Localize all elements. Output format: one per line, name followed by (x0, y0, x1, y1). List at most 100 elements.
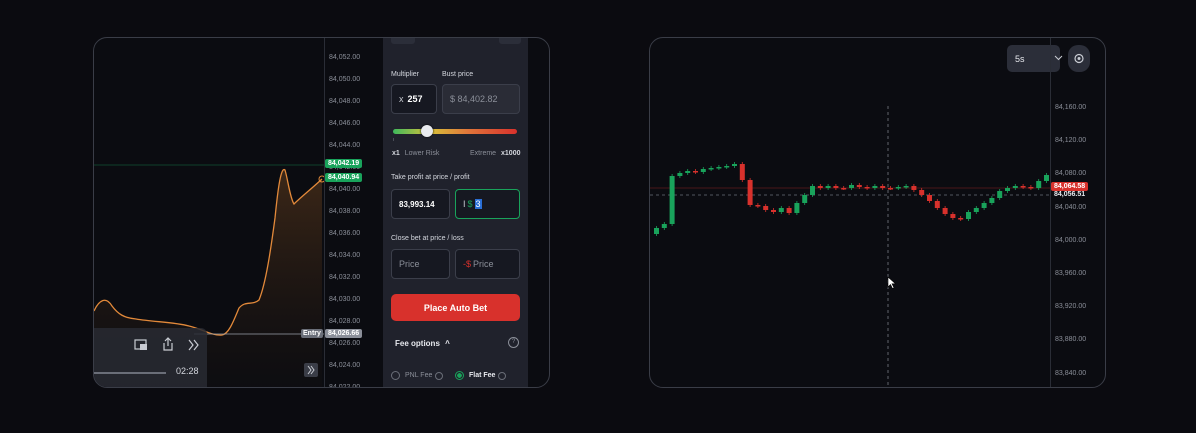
dropdown-left[interactable] (391, 38, 415, 44)
price-tick: 84,032.00 (329, 274, 361, 281)
fee-pnl-label: PNL Fee (405, 372, 433, 379)
close-loss-prefix: -$ (463, 259, 472, 269)
slider-min-caption: Lower Risk (404, 150, 440, 157)
info-icon (498, 371, 507, 380)
candle (950, 214, 956, 218)
bet-panel: 02:28 84,052.00 84,050.00 84,048.00 84,046.… (93, 37, 550, 388)
candle (903, 186, 909, 188)
entry-label: Entry (303, 330, 321, 337)
price-tick: 84,026.00 (329, 340, 361, 347)
fee-options-label: Fee options (395, 339, 440, 348)
price-tick: 84,040.00 (1055, 203, 1087, 211)
price-tick: 84,052.00 (329, 54, 361, 61)
candle (794, 203, 800, 213)
candle (997, 191, 1003, 198)
candle (911, 186, 917, 190)
bust-price-label: Bust price (442, 71, 474, 78)
candle (1012, 186, 1018, 188)
help-icon[interactable]: ? (508, 337, 519, 348)
video-time: 02:28 (176, 366, 199, 376)
candle (919, 190, 925, 195)
price-tick: 84,044.00 (329, 142, 361, 149)
price-tick: 83,960.00 (1055, 270, 1087, 277)
slider-min-label: x1 Lower Risk (392, 150, 439, 157)
expand-button[interactable] (304, 363, 318, 377)
place-auto-bet-button[interactable]: Place Auto Bet (391, 294, 520, 321)
candle (841, 188, 847, 190)
candle (716, 167, 722, 169)
entry-tag: Entry (301, 329, 323, 338)
fast-forward-icon[interactable] (188, 339, 200, 351)
candle (693, 171, 698, 173)
candle (669, 176, 675, 224)
multiplier-prefix: x (399, 94, 404, 104)
candlestick-chart (650, 106, 1050, 387)
candle (1036, 181, 1042, 188)
chevron-up-icon: ^ (445, 339, 450, 348)
candle (763, 206, 769, 210)
price-tick: 83,920.00 (1055, 303, 1087, 311)
share-icon[interactable] (162, 337, 174, 351)
candle (880, 186, 886, 188)
candle (1028, 187, 1034, 189)
candle (895, 187, 901, 189)
fee-pnl-option[interactable]: PNL Fee (391, 371, 444, 380)
candle (732, 164, 737, 166)
take-profit-amount-value: 3 (474, 199, 482, 209)
take-profit-label: Take profit at price / profit (391, 174, 470, 181)
slider-max-value: x1000 (501, 150, 521, 157)
price-tick: 84,040.00 (329, 186, 361, 193)
candle (778, 208, 784, 212)
slider-max-label: Extreme x1000 (470, 150, 520, 157)
slider-handle[interactable] (421, 125, 433, 137)
price-tick: 84,022.00 (329, 384, 361, 388)
price-tick: 84,034.00 (329, 252, 361, 259)
text-cursor-icon: I (463, 199, 466, 209)
close-price-input[interactable]: Price (391, 249, 450, 279)
candle (973, 208, 979, 212)
candle (786, 208, 792, 213)
fee-options-toggle[interactable]: Fee options ^ (395, 339, 450, 348)
multiplier-input[interactable]: x 257 (391, 84, 437, 114)
candlestick-panel: 5s 84,160.00 84,120.00 84,080.00 84,040.00 8… (649, 37, 1106, 388)
candle (942, 208, 948, 214)
multiplier-value: 257 (407, 94, 423, 104)
candle (724, 166, 730, 168)
fee-flat-option[interactable]: Flat Fee (455, 371, 507, 380)
candle (981, 203, 987, 208)
price-tick: 84,038.00 (329, 208, 361, 215)
candle (700, 169, 706, 172)
candle (739, 164, 745, 180)
close-loss-placeholder: Price (473, 259, 494, 269)
place-auto-bet-label: Place Auto Bet (423, 302, 488, 313)
price-tick: 84,050.00 (329, 76, 361, 83)
video-progress-track[interactable] (94, 372, 166, 374)
take-profit-price-input[interactable]: 83,993.14 (391, 189, 450, 219)
price-tick: 84,030.00 (329, 296, 361, 303)
multiplier-label: Multiplier (391, 71, 420, 78)
bust-price-value: $ 84,402.82 (450, 94, 498, 104)
high-price-tag: 84,042.19 (325, 159, 363, 168)
radio-unchecked-icon (391, 371, 400, 380)
dropdown-right[interactable] (499, 38, 521, 44)
price-axis: 84,160.00 84,120.00 84,080.00 84,040.00 84,0… (1050, 38, 1105, 387)
video-controls: 02:28 (94, 328, 207, 387)
price-tick: 84,036.00 (329, 230, 361, 237)
price-tick: 83,880.00 (1055, 336, 1087, 344)
candle (966, 212, 971, 219)
auto-bet-form: Multiplier Bust price x 257 $ 84,402.82 … (383, 38, 528, 387)
candle (934, 201, 940, 208)
slider-max-caption: Extreme (470, 150, 497, 157)
candle (849, 185, 854, 188)
candle (989, 198, 995, 203)
take-profit-amount-input[interactable]: I $ 3 (455, 189, 520, 219)
candle (685, 171, 691, 173)
picture-in-picture-icon[interactable] (134, 339, 148, 351)
candle (654, 228, 659, 234)
candle (677, 173, 683, 176)
candle (708, 168, 714, 170)
candle (661, 224, 667, 228)
candle (825, 186, 831, 188)
multiplier-slider[interactable] (393, 129, 517, 134)
close-loss-input[interactable]: -$ Price (455, 249, 520, 279)
